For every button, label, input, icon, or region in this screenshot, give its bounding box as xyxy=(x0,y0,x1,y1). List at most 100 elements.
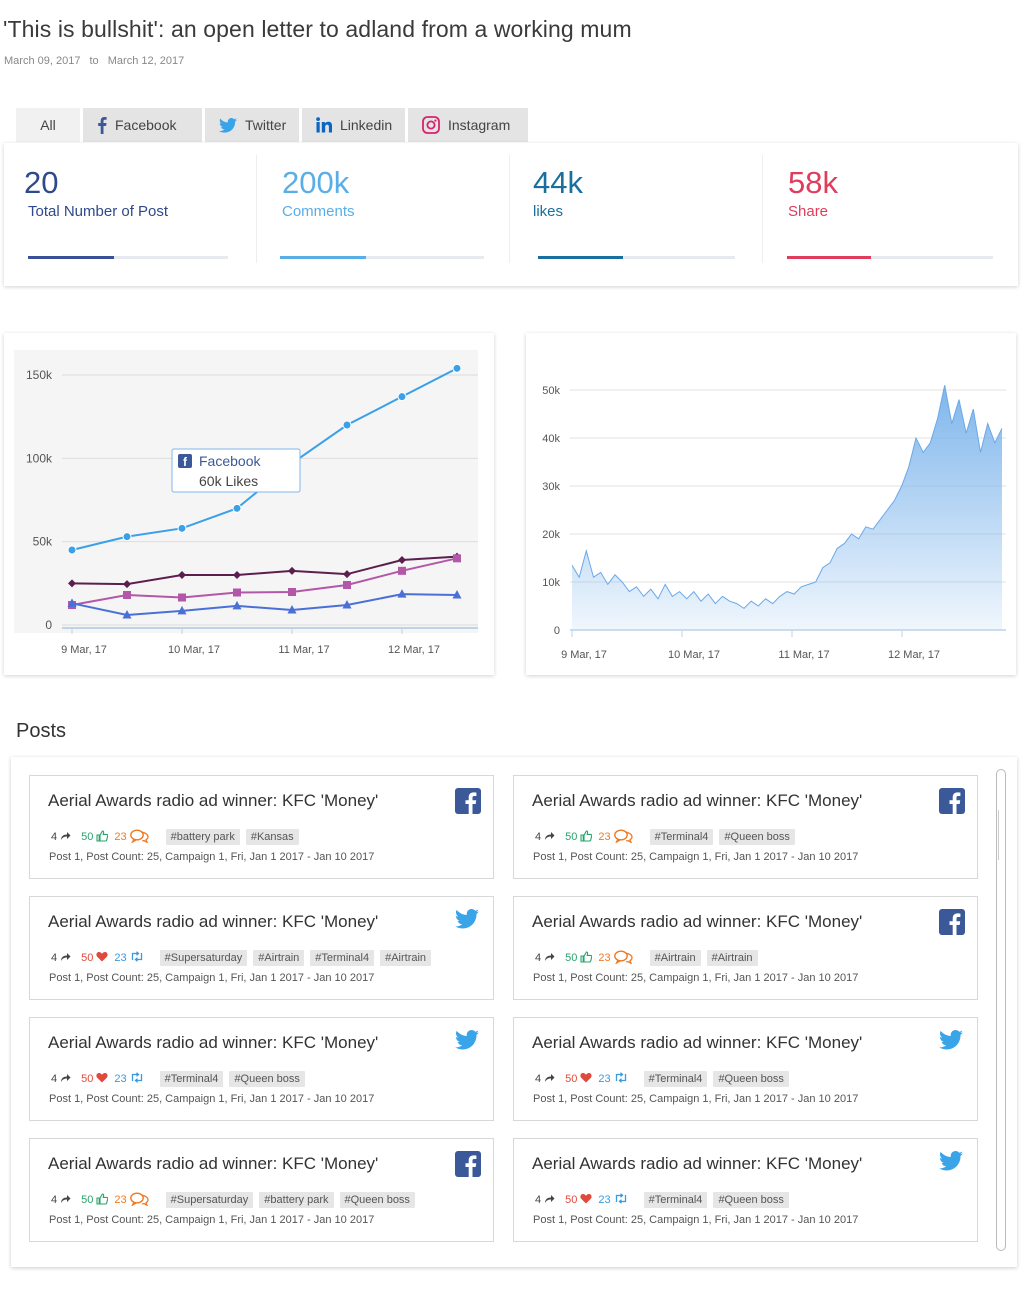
y-tick-label: 30k xyxy=(542,481,560,493)
post-card[interactable]: Aerial Awards radio ad winner: KFC 'Mone… xyxy=(29,1017,494,1121)
x-tick-label: 12 Mar, 17 xyxy=(388,644,440,656)
post-title[interactable]: Aerial Awards radio ad winner: KFC 'Mone… xyxy=(532,912,862,932)
y-tick-label: 150k xyxy=(26,368,53,382)
tab-all[interactable]: All xyxy=(16,108,80,142)
hashtag[interactable]: #Airtrain xyxy=(706,950,758,966)
thumbs-up-icon xyxy=(577,829,593,845)
thumbs-up-icon xyxy=(577,950,593,966)
facebook-icon xyxy=(939,788,965,814)
post-title[interactable]: Aerial Awards radio ad winner: KFC 'Mone… xyxy=(532,1154,862,1174)
share-icon xyxy=(57,831,71,844)
post-footer: Post 1, Post Count: 25, Campaign 1, Fri,… xyxy=(49,1093,375,1105)
post-title[interactable]: Aerial Awards radio ad winner: KFC 'Mone… xyxy=(532,791,862,811)
x-tick-label: 9 Mar, 17 xyxy=(61,644,107,656)
like-count: 50 xyxy=(565,829,593,845)
twitter-icon xyxy=(219,117,237,133)
hashtag[interactable]: #battery park xyxy=(165,829,240,845)
data-point xyxy=(233,588,241,597)
post-card[interactable]: Aerial Awards radio ad winner: KFC 'Mone… xyxy=(29,1138,494,1242)
tab-linkedin[interactable]: Linkedin xyxy=(302,108,405,142)
like-count-value: 50 xyxy=(565,952,578,964)
hashtag[interactable]: #Supersaturday xyxy=(159,950,248,966)
post-title[interactable]: Aerial Awards radio ad winner: KFC 'Mone… xyxy=(532,1033,862,1053)
stat-progress-bar xyxy=(280,256,484,259)
post-card[interactable]: Aerial Awards radio ad winner: KFC 'Mone… xyxy=(513,1138,978,1242)
post-card[interactable]: Aerial Awards radio ad winner: KFC 'Mone… xyxy=(29,775,494,879)
hashtag[interactable]: #Airtrain xyxy=(253,950,305,966)
hashtag[interactable]: #Airtrain xyxy=(649,950,701,966)
stat-progress-bar xyxy=(787,256,993,259)
tab-label: Instagram xyxy=(448,117,511,133)
like-count: 50 xyxy=(565,950,593,966)
hashtag[interactable]: #Airtrain xyxy=(380,950,432,966)
hashtag[interactable]: #Terminal4 xyxy=(159,1071,224,1087)
hashtag[interactable]: #Terminal4 xyxy=(643,1071,708,1087)
stat-shares: 58k Share xyxy=(763,143,1018,286)
hashtag[interactable]: #Terminal4 xyxy=(649,829,714,845)
stat-progress-fill xyxy=(787,256,872,259)
tab-facebook[interactable]: Facebook xyxy=(83,108,202,142)
share-count: 4 xyxy=(535,831,555,844)
posts-panel: Aerial Awards radio ad winner: KFC 'Mone… xyxy=(11,757,1017,1267)
facebook-icon xyxy=(97,116,107,134)
stat-comments: 200k Comments xyxy=(257,143,509,286)
date-from: March 09, 2017 xyxy=(4,55,81,67)
stat-total-posts: 20 Total Number of Post xyxy=(4,143,256,286)
hashtag[interactable]: #battery park xyxy=(259,1192,334,1208)
hashtag[interactable]: #Queen boss xyxy=(229,1071,305,1087)
post-title[interactable]: Aerial Awards radio ad winner: KFC 'Mone… xyxy=(48,791,378,811)
y-tick-label: 0 xyxy=(45,618,52,632)
like-count: 50 xyxy=(81,1072,108,1086)
hashtag[interactable]: #Queen boss xyxy=(339,1192,415,1208)
hashtag[interactable]: #Kansas xyxy=(245,829,299,845)
retweet-icon xyxy=(611,1072,628,1086)
hashtag[interactable]: #Terminal4 xyxy=(643,1192,708,1208)
scrollbar-thumb[interactable] xyxy=(998,810,1004,860)
tooltip-network: Facebook xyxy=(199,453,261,469)
stats-card: 20 Total Number of Post 200k Comments 44… xyxy=(4,143,1018,286)
stat-progress-bar xyxy=(28,256,228,259)
stat-value: 20 xyxy=(24,165,59,200)
like-count-value: 50 xyxy=(81,1073,94,1085)
hashtag[interactable]: #Queen boss xyxy=(713,1071,789,1087)
scrollbar[interactable] xyxy=(996,769,1006,1251)
comment-icon xyxy=(611,828,634,846)
post-title[interactable]: Aerial Awards radio ad winner: KFC 'Mone… xyxy=(48,912,378,932)
post-footer: Post 1, Post Count: 25, Campaign 1, Fri,… xyxy=(49,972,375,984)
post-title[interactable]: Aerial Awards radio ad winner: KFC 'Mone… xyxy=(48,1154,378,1174)
date-separator: to xyxy=(89,55,99,67)
like-count: 50 xyxy=(81,951,108,965)
hashtag[interactable]: #Queen boss xyxy=(719,829,795,845)
like-count-value: 50 xyxy=(81,952,94,964)
hashtag[interactable]: #Terminal4 xyxy=(310,950,375,966)
tab-instagram[interactable]: Instagram xyxy=(408,108,528,142)
comment-count: 23 xyxy=(598,828,634,846)
post-metrics: 4 50 23 #Supersaturday #battery park #Queen b… xyxy=(51,1191,421,1209)
post-title[interactable]: Aerial Awards radio ad winner: KFC 'Mone… xyxy=(48,1033,378,1053)
tab-label: Facebook xyxy=(115,117,177,133)
stat-value: 58k xyxy=(788,165,838,200)
stat-value: 44k xyxy=(533,165,583,200)
data-point xyxy=(397,392,407,402)
hashtag[interactable]: #Supersaturday xyxy=(165,1192,254,1208)
comment-count-value: 23 xyxy=(114,952,127,964)
post-card[interactable]: Aerial Awards radio ad winner: KFC 'Mone… xyxy=(513,896,978,1000)
date-range: March 09, 2017 to March 12, 2017 xyxy=(4,55,190,67)
like-count-value: 50 xyxy=(81,831,94,843)
post-card[interactable]: Aerial Awards radio ad winner: KFC 'Mone… xyxy=(513,775,978,879)
heart-icon xyxy=(577,1072,592,1086)
y-tick-label: 10k xyxy=(542,577,560,589)
tooltip-value: 60k Likes xyxy=(199,473,258,489)
post-card[interactable]: Aerial Awards radio ad winner: KFC 'Mone… xyxy=(29,896,494,1000)
instagram-icon xyxy=(422,116,440,134)
post-card[interactable]: Aerial Awards radio ad winner: KFC 'Mone… xyxy=(513,1017,978,1121)
tab-twitter[interactable]: Twitter xyxy=(205,108,299,142)
y-tick-label: 20k xyxy=(542,529,560,541)
network-tabs: All Facebook Twitter Linkedin Instagram xyxy=(16,108,531,142)
x-tick-label: 12 Mar, 17 xyxy=(888,649,940,661)
date-to: March 12, 2017 xyxy=(107,55,185,67)
tab-label: All xyxy=(40,117,56,133)
hashtag[interactable]: #Queen boss xyxy=(713,1192,789,1208)
page-title: 'This is bullshit': an open letter to ad… xyxy=(3,16,632,42)
retweet-icon xyxy=(127,1072,144,1086)
